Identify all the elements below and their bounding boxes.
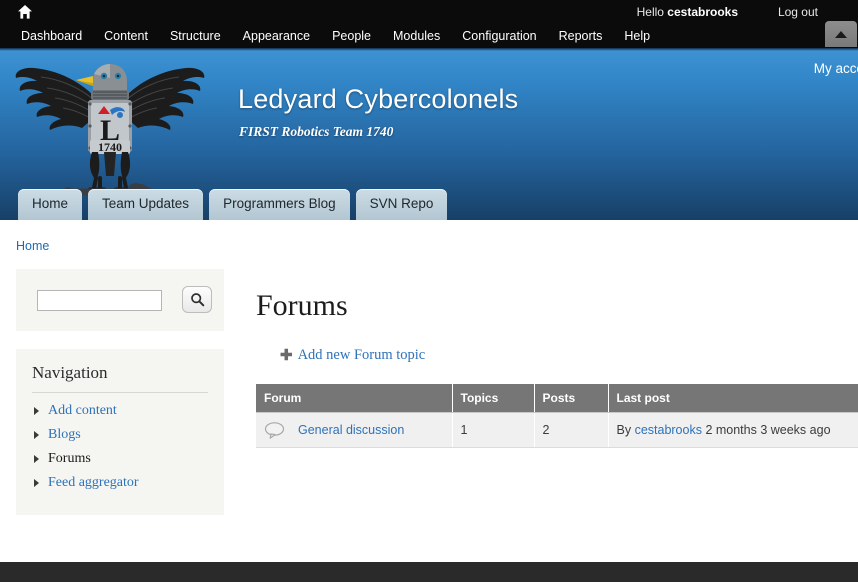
nav-link-blogs[interactable]: Blogs bbox=[48, 427, 81, 442]
admin-menu-item-modules[interactable]: Modules bbox=[382, 26, 451, 46]
forum-table-header-row: Forum Topics Posts Last post bbox=[256, 384, 858, 413]
username: cestabrooks bbox=[667, 5, 738, 19]
last-post-author-link[interactable]: cestabrooks bbox=[635, 423, 702, 437]
navigation-block: Navigation Add content Blogs Forums Feed… bbox=[16, 349, 224, 515]
admin-menu-link-modules[interactable]: Modules bbox=[382, 26, 451, 46]
logout-link[interactable]: Log out bbox=[778, 5, 818, 19]
tab-svn-repo-link[interactable]: SVN Repo bbox=[355, 189, 448, 220]
admin-menu-link-configuration[interactable]: Configuration bbox=[451, 26, 547, 46]
tab-svn-repo[interactable]: SVN Repo bbox=[355, 189, 448, 220]
admin-toolbar: Hello cestabrooks Log out Dashboard Cont… bbox=[0, 0, 858, 48]
tab-programmers-blog[interactable]: Programmers Blog bbox=[209, 189, 350, 220]
cell-last-post: By cestabrooks 2 months 3 weeks ago bbox=[608, 412, 858, 448]
nav-item-blogs[interactable]: Blogs bbox=[32, 425, 208, 444]
search-input[interactable] bbox=[37, 290, 162, 311]
admin-menu-link-reports[interactable]: Reports bbox=[548, 26, 614, 46]
nav-link-add-content[interactable]: Add content bbox=[48, 403, 117, 418]
forum-table-head: Forum Topics Posts Last post bbox=[256, 384, 858, 413]
admin-menu-item-dashboard[interactable]: Dashboard bbox=[10, 26, 93, 46]
tab-home[interactable]: Home bbox=[18, 189, 83, 220]
action-links: ✚ Add new Forum topic bbox=[280, 346, 425, 364]
greeting-prefix: Hello bbox=[636, 5, 668, 19]
last-post-time: 2 months 3 weeks ago bbox=[701, 423, 831, 437]
nav-link-feed-aggregator[interactable]: Feed aggregator bbox=[48, 475, 139, 490]
home-icon-glyph bbox=[18, 5, 32, 19]
admin-menu-item-help[interactable]: Help bbox=[613, 26, 661, 46]
nav-item-feed-aggregator[interactable]: Feed aggregator bbox=[32, 473, 208, 492]
search-submit-button[interactable] bbox=[182, 286, 212, 313]
search-block bbox=[16, 269, 224, 331]
admin-menu-link-dashboard[interactable]: Dashboard bbox=[10, 26, 93, 46]
toolbar-top-row: Hello cestabrooks Log out bbox=[0, 0, 858, 24]
tab-home-link[interactable]: Home bbox=[18, 189, 83, 220]
cell-topics-count: 1 bbox=[452, 412, 535, 448]
admin-menu-link-people[interactable]: People bbox=[321, 26, 382, 46]
my-account-link[interactable]: My acco bbox=[814, 61, 858, 76]
triangle-right-icon bbox=[34, 455, 39, 463]
admin-menu-item-content[interactable]: Content bbox=[93, 26, 159, 46]
breadcrumb: Home bbox=[16, 239, 49, 253]
nav-link-forums[interactable]: Forums bbox=[48, 451, 91, 466]
site-slogan: FIRST Robotics Team 1740 bbox=[239, 124, 394, 139]
admin-menu: Dashboard Content Structure Appearance P… bbox=[0, 24, 858, 48]
plus-icon: ✚ bbox=[280, 347, 293, 364]
add-new-forum-topic-link[interactable]: Add new Forum topic bbox=[298, 347, 426, 363]
navigation-title: Navigation bbox=[32, 363, 208, 393]
forum-bubble-icon bbox=[264, 422, 285, 439]
tab-team-updates[interactable]: Team Updates bbox=[88, 189, 204, 220]
admin-menu-link-content[interactable]: Content bbox=[93, 26, 159, 46]
admin-menu-link-help[interactable]: Help bbox=[613, 26, 661, 46]
navigation-list: Add content Blogs Forums Feed aggregator bbox=[32, 401, 208, 492]
tab-programmers-blog-link[interactable]: Programmers Blog bbox=[209, 189, 350, 220]
admin-menu-item-appearance[interactable]: Appearance bbox=[232, 26, 321, 46]
forum-table: Forum Topics Posts Last post General dis… bbox=[256, 384, 858, 448]
home-icon[interactable] bbox=[16, 3, 34, 21]
sidebar: Navigation Add content Blogs Forums Feed… bbox=[16, 269, 224, 533]
cell-forum-name: General discussion bbox=[256, 412, 453, 448]
page-body: Home Navigation Add content Blogs Forums… bbox=[0, 220, 858, 562]
admin-menu-list: Dashboard Content Structure Appearance P… bbox=[0, 24, 858, 48]
svg-text:1740: 1740 bbox=[98, 140, 122, 154]
triangle-right-icon bbox=[34, 431, 39, 439]
search-icon bbox=[190, 293, 204, 307]
triangle-right-icon bbox=[34, 479, 39, 487]
admin-menu-item-structure[interactable]: Structure bbox=[159, 26, 232, 46]
page-footer bbox=[0, 562, 858, 582]
triangle-up-icon bbox=[835, 30, 847, 38]
table-row: General discussion 1 2 By cestabrooks 2 … bbox=[256, 412, 858, 448]
admin-menu-item-reports[interactable]: Reports bbox=[548, 26, 614, 46]
toolbar-collapse-toggle[interactable] bbox=[825, 21, 857, 47]
last-post-prefix: By bbox=[616, 423, 635, 437]
admin-menu-link-appearance[interactable]: Appearance bbox=[232, 26, 321, 46]
column-header-topics: Topics bbox=[452, 384, 535, 413]
column-header-posts: Posts bbox=[534, 384, 609, 413]
admin-menu-item-configuration[interactable]: Configuration bbox=[451, 26, 547, 46]
cell-posts-count: 2 bbox=[534, 412, 609, 448]
tab-team-updates-link[interactable]: Team Updates bbox=[88, 189, 204, 220]
forum-link-general-discussion[interactable]: General discussion bbox=[298, 423, 404, 437]
column-header-forum: Forum bbox=[256, 384, 453, 413]
site-title: Ledyard Cybercolonels bbox=[238, 84, 519, 114]
page-title: Forums bbox=[256, 289, 348, 322]
column-header-last-post: Last post bbox=[608, 384, 858, 413]
primary-tabs: Home Team Updates Programmers Blog SVN R… bbox=[0, 186, 858, 220]
nav-item-add-content[interactable]: Add content bbox=[32, 401, 208, 420]
admin-menu-item-people[interactable]: People bbox=[321, 26, 382, 46]
triangle-right-icon bbox=[34, 407, 39, 415]
forum-table-body: General discussion 1 2 By cestabrooks 2 … bbox=[256, 412, 858, 448]
site-logo[interactable]: L 1740 bbox=[8, 52, 212, 204]
user-greeting: Hello cestabrooks bbox=[637, 5, 738, 19]
nav-item-forums[interactable]: Forums bbox=[32, 449, 208, 468]
admin-menu-link-structure[interactable]: Structure bbox=[159, 26, 232, 46]
breadcrumb-home-link[interactable]: Home bbox=[16, 239, 49, 253]
primary-tabs-list: Home Team Updates Programmers Blog SVN R… bbox=[0, 186, 858, 220]
